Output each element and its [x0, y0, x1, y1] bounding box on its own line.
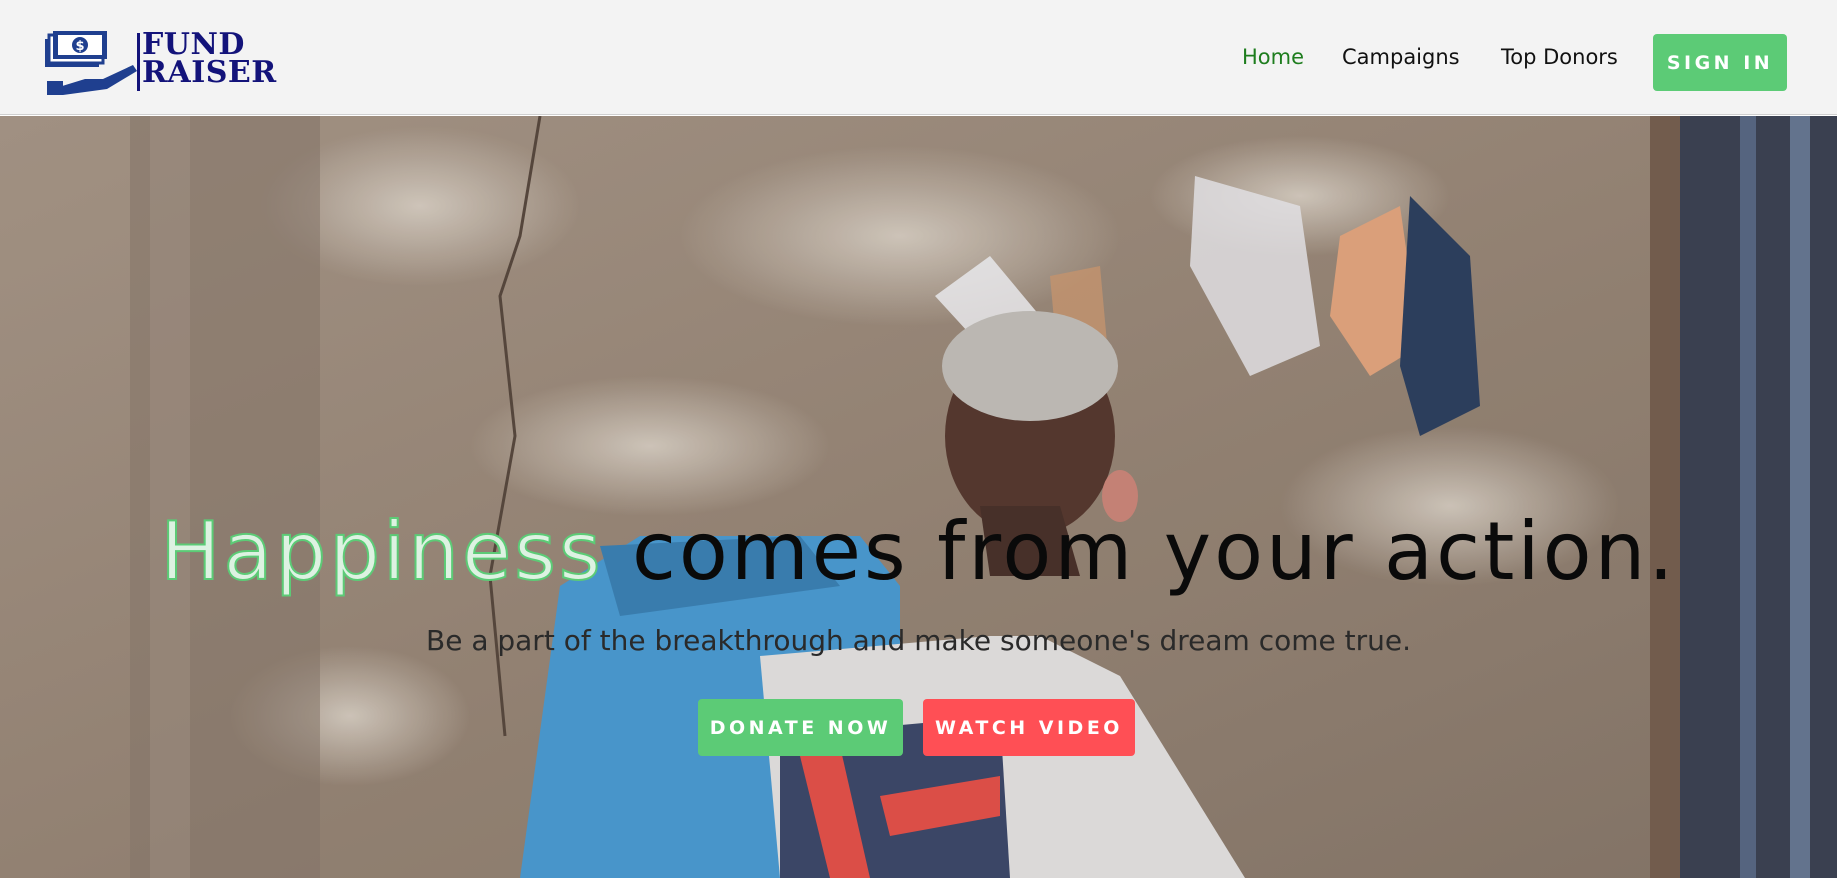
navbar: $ FUND RAISER Home Campaigns Top Donors …: [0, 0, 1837, 115]
watch-video-button[interactable]: WATCH VIDEO: [923, 699, 1135, 756]
hero-background-photo: [0, 116, 1837, 878]
nav-home-link[interactable]: Home: [1242, 45, 1304, 69]
money-hand-icon: $: [45, 31, 137, 95]
nav-campaigns-link[interactable]: Campaigns: [1342, 45, 1460, 69]
svg-text:$: $: [75, 39, 84, 54]
sign-in-button[interactable]: SIGN IN: [1653, 34, 1787, 91]
hero-subheadline: Be a part of the breakthrough and make s…: [425, 624, 1412, 657]
logo-divider: [137, 33, 140, 91]
logo-line-2: RAISER: [142, 55, 277, 90]
hero-headline: Happiness comes from your action.: [0, 504, 1837, 599]
hero-headline-rest: comes from your action.: [603, 505, 1677, 598]
donate-now-button[interactable]: DONATE NOW: [698, 699, 903, 756]
logo-wordmark: FUND RAISER: [142, 30, 277, 90]
brand-logo[interactable]: $ FUND RAISER: [45, 30, 305, 95]
hero-section: Happiness comes from your action. Be a p…: [0, 116, 1837, 878]
hero-headline-accent: Happiness: [159, 504, 604, 599]
nav-top-donors-link[interactable]: Top Donors: [1501, 45, 1618, 69]
